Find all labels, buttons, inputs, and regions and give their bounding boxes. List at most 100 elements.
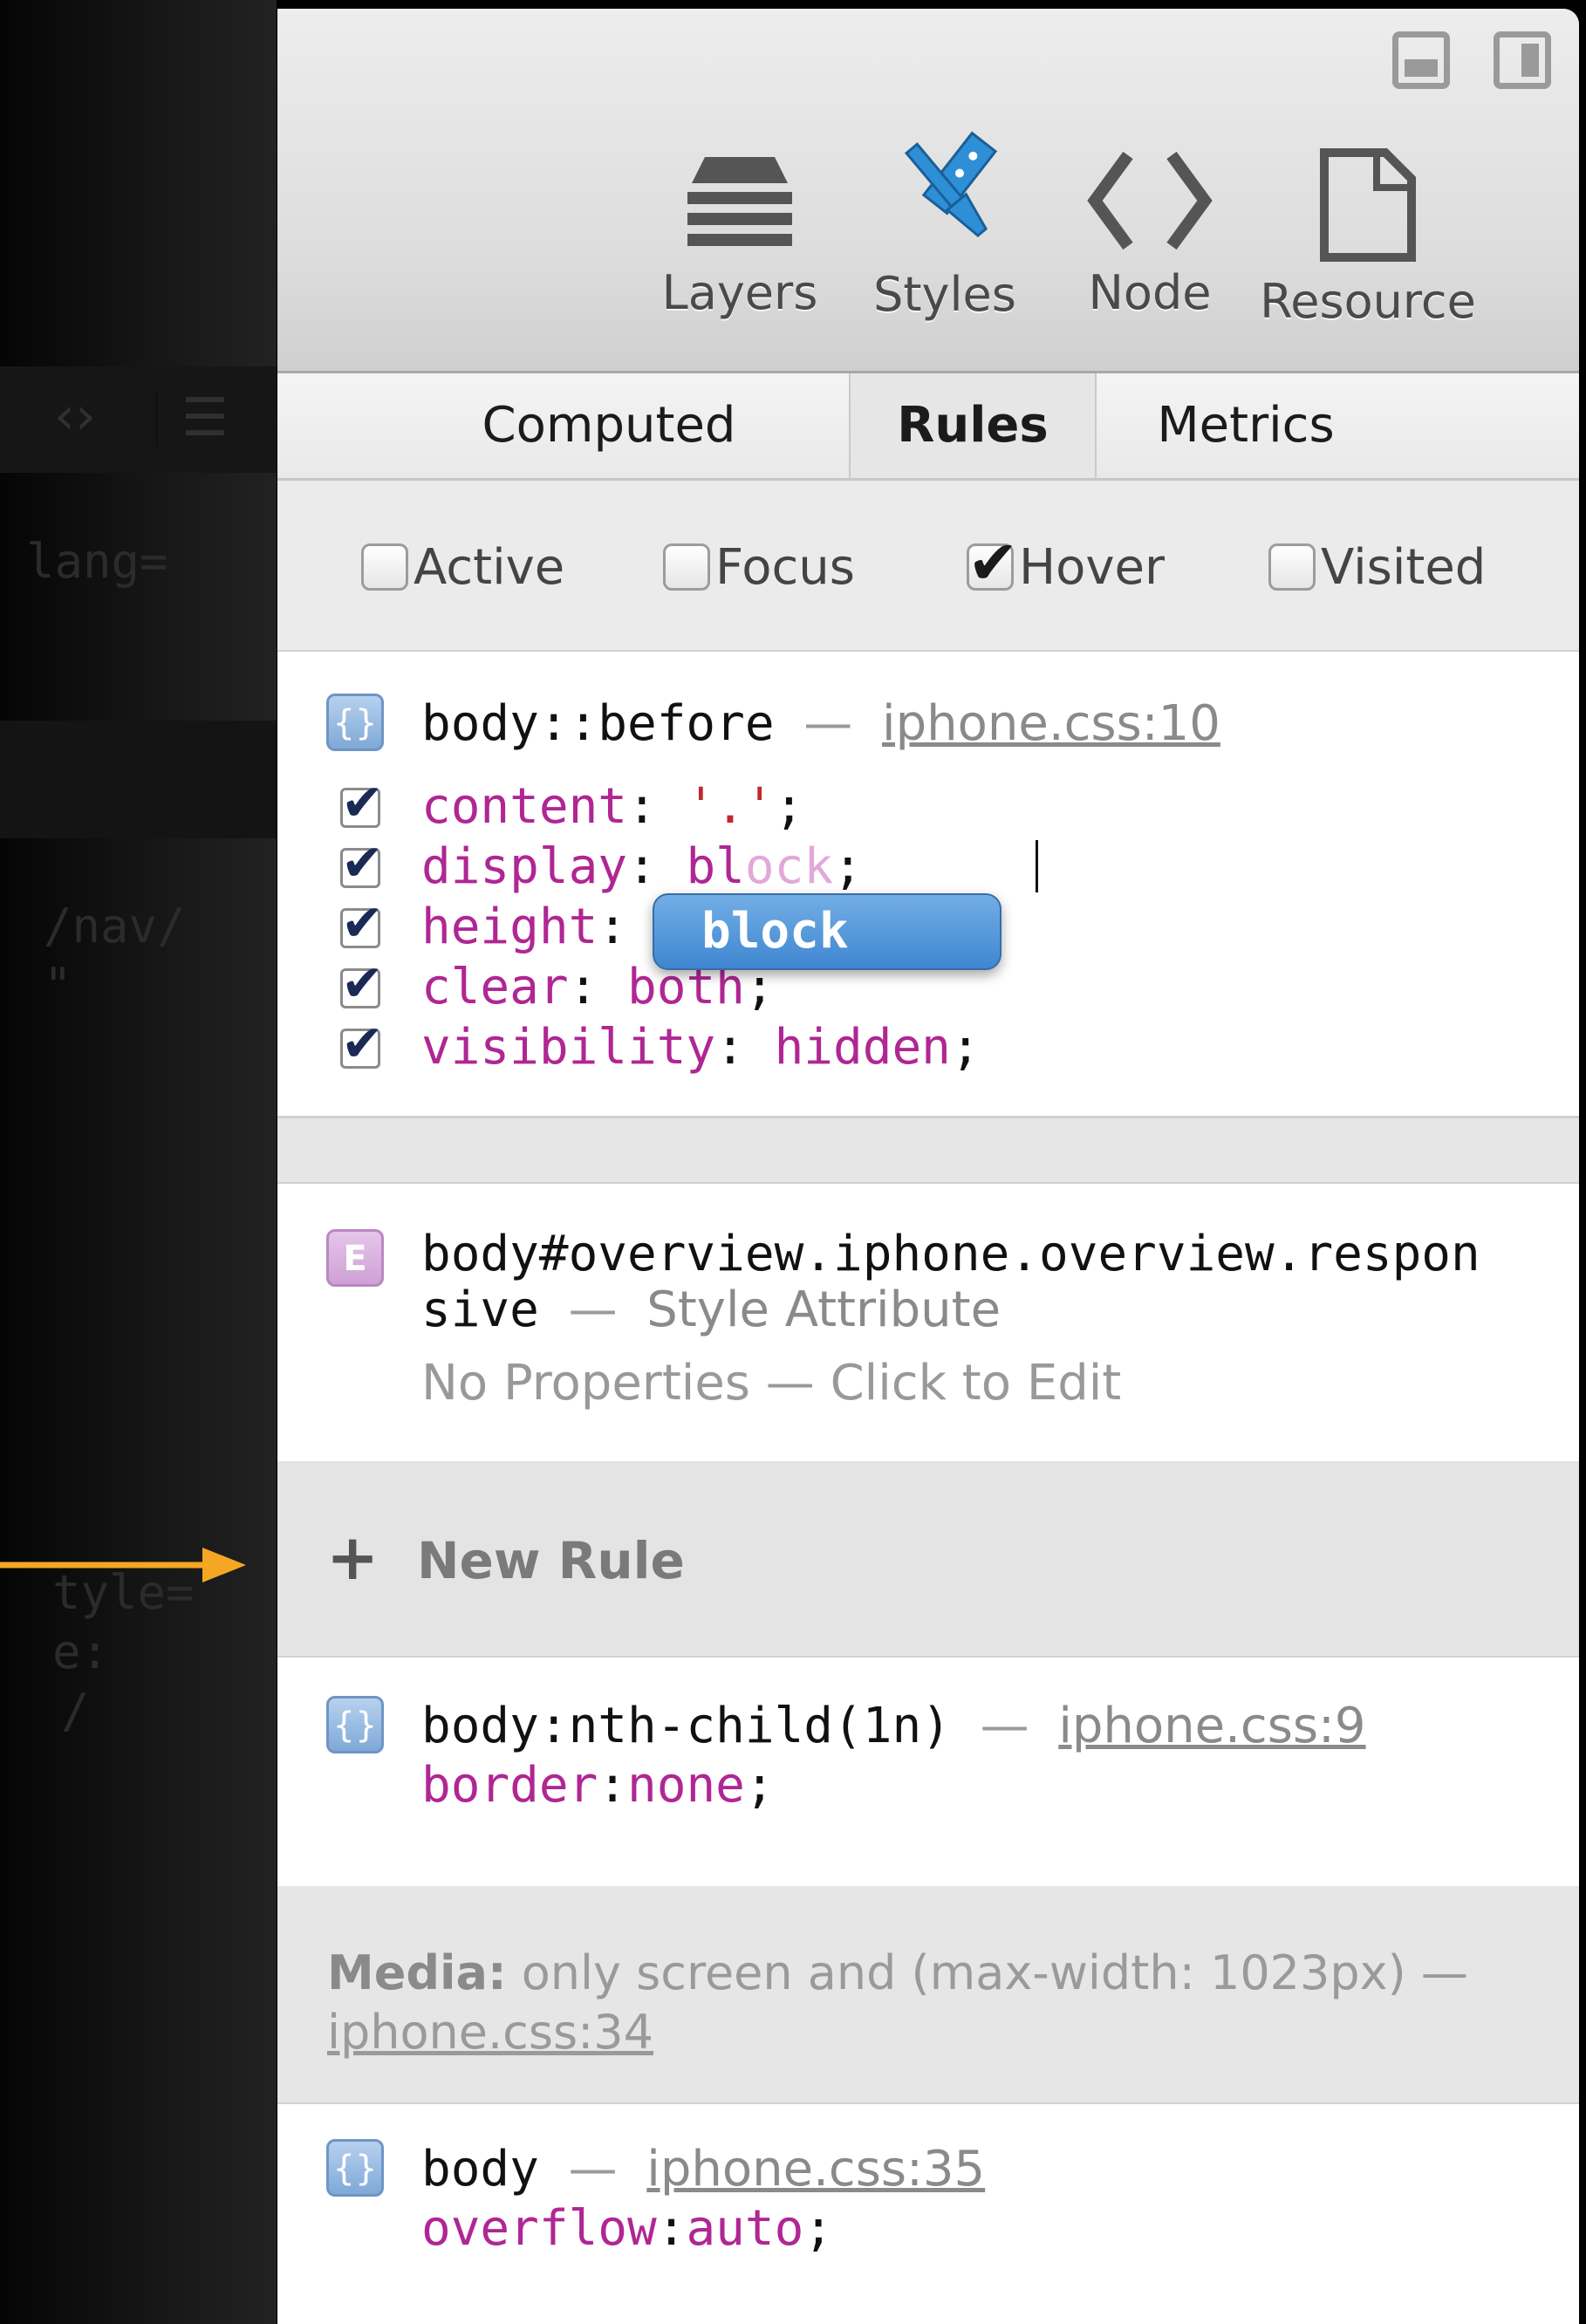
- dock-side-button[interactable]: [1494, 31, 1551, 89]
- rule-selector[interactable]: body: [421, 2141, 539, 2198]
- hover-checkbox[interactable]: [967, 527, 1019, 598]
- rule-source-link[interactable]: iphone.css:10: [882, 695, 1220, 752]
- rule-separator: —: [568, 2141, 618, 2198]
- plus-icon: +: [326, 1521, 379, 1594]
- property-enable-checkbox[interactable]: [340, 1014, 384, 1073]
- pseudo-visited-toggle[interactable]: Visited: [1268, 537, 1486, 598]
- active-checkbox[interactable]: [361, 543, 408, 591]
- rule-separator: —: [803, 695, 853, 752]
- property-name[interactable]: overflow: [421, 2200, 657, 2257]
- resource-document-icon: [1320, 148, 1416, 262]
- pseudo-active-toggle[interactable]: Active: [361, 537, 564, 598]
- pseudo-focus-toggle[interactable]: Focus: [663, 537, 855, 598]
- callout-arrow-icon: [0, 1548, 246, 1582]
- tab-computed[interactable]: Computed: [469, 373, 749, 478]
- code-fragment: lang=: [26, 534, 168, 589]
- minimize-panel-button[interactable]: [1392, 31, 1450, 89]
- property-value[interactable]: none: [627, 1757, 745, 1814]
- layers-icon: [687, 157, 792, 246]
- rule-selector-line: body:nth-child(1n) — iphone.css:9: [421, 1698, 1366, 1754]
- attribute-selector-tail: sive: [421, 1282, 539, 1338]
- source-editor-background: ‹› ☰ lang= /nav/ " tyle= e: /: [0, 0, 277, 2324]
- style-subtabs: Computed Rules Metrics: [277, 373, 1579, 481]
- code-fragment: e:: [52, 1624, 110, 1679]
- focus-checkbox[interactable]: [663, 543, 710, 591]
- selected-code-line: [0, 721, 277, 838]
- media-label: Media:: [327, 1945, 507, 2000]
- property-row[interactable]: border:none;: [421, 1757, 775, 1814]
- property-enable-checkbox[interactable]: [340, 773, 384, 832]
- resource-label: Resource: [1260, 274, 1476, 329]
- styles-brush-icon: [904, 131, 998, 237]
- code-fragment: /: [61, 1684, 90, 1739]
- css-rule-body[interactable]: {} body — iphone.css:35 overflow:auto;: [277, 2102, 1579, 2324]
- property-name[interactable]: border: [421, 1757, 598, 1814]
- code-fragment: /nav/: [44, 899, 186, 954]
- text-caret: [1036, 840, 1038, 892]
- property-value[interactable]: hidden: [775, 1019, 951, 1076]
- layers-label: Layers: [661, 265, 818, 320]
- pseudo-hover-toggle[interactable]: Hover: [967, 527, 1165, 598]
- media-query-header: Media: only screen and (max-width: 1023p…: [277, 1886, 1579, 2101]
- attribute-selector-line1: body#overview.iphone.overview.respon: [421, 1226, 1480, 1282]
- rule-separator: —: [980, 1698, 1029, 1754]
- tab-rules[interactable]: Rules: [849, 373, 1097, 478]
- resource-tab-button[interactable]: Resource: [1246, 148, 1490, 329]
- new-rule-button[interactable]: + New Rule: [277, 1461, 1579, 1655]
- editor-toolbar: ‹› ☰: [0, 366, 277, 473]
- property-name[interactable]: display: [421, 838, 627, 895]
- property-row[interactable]: visibility: hidden;: [421, 1019, 981, 1076]
- code-fragment: ": [44, 958, 72, 1013]
- css-rule-nth-child[interactable]: {} body:nth-child(1n) — iphone.css:9 bor…: [277, 1656, 1579, 1889]
- property-value-typed[interactable]: bl: [686, 838, 744, 895]
- property-name[interactable]: clear: [421, 959, 569, 1015]
- no-properties-placeholder[interactable]: No Properties — Click to Edit: [421, 1355, 1121, 1411]
- node-brackets-icon: [1087, 151, 1213, 250]
- visited-checkbox[interactable]: [1268, 543, 1316, 591]
- property-row[interactable]: content: '.';: [421, 778, 803, 835]
- completion-hint: ock: [744, 838, 834, 895]
- property-enable-checkbox[interactable]: [340, 954, 384, 1013]
- rule-separator: —: [568, 1282, 618, 1338]
- property-enable-checkbox[interactable]: [340, 833, 384, 892]
- media-query: only screen and (max-width: 1023px) —: [521, 1945, 1468, 2000]
- layers-tab-button[interactable]: Layers: [635, 148, 844, 320]
- layers-icon: ☰: [181, 387, 229, 448]
- style-attribute-rule[interactable]: E body#overview.iphone.overview.respon s…: [277, 1182, 1579, 1466]
- css-rule-icon: {}: [326, 694, 384, 751]
- hover-label: Hover: [1019, 538, 1165, 596]
- style-attribute-origin: Style Attribute: [646, 1282, 1002, 1338]
- details-toolbar: Layers Styles Node Resource: [277, 9, 1579, 373]
- property-value[interactable]: '.': [686, 778, 774, 835]
- element-attribute-icon: E: [326, 1229, 384, 1287]
- rule-selector[interactable]: body:nth-child(1n): [421, 1698, 951, 1754]
- rule-source-link[interactable]: iphone.css:35: [646, 2141, 985, 2198]
- styles-tab-button[interactable]: Styles: [844, 131, 1045, 322]
- property-name[interactable]: content: [421, 778, 627, 835]
- pseudo-class-bar: Active Focus Hover Visited: [277, 481, 1579, 650]
- styles-label: Styles: [873, 267, 1016, 322]
- rule-source-link[interactable]: iphone.css:9: [1058, 1698, 1365, 1754]
- styles-sidebar-panel: Layers Styles Node Resource Computed Rul…: [277, 9, 1579, 2324]
- property-name[interactable]: visibility: [421, 1019, 715, 1076]
- rule-selector[interactable]: body::before: [421, 695, 775, 752]
- property-row[interactable]: overflow:auto;: [421, 2200, 833, 2257]
- media-source-link[interactable]: iphone.css:34: [327, 2005, 653, 2060]
- new-rule-label: New Rule: [417, 1531, 685, 1590]
- autocomplete-suggestion[interactable]: block: [653, 893, 1002, 970]
- property-row-editing[interactable]: display: block;: [421, 838, 863, 895]
- media-query-line: Media: only screen and (max-width: 1023p…: [327, 1945, 1468, 2000]
- node-brackets-icon: ‹›: [54, 386, 96, 447]
- css-rule-icon: {}: [326, 1696, 384, 1753]
- tab-metrics[interactable]: Metrics: [1106, 373, 1385, 478]
- property-row[interactable]: height:: [421, 899, 627, 955]
- node-tab-button[interactable]: Node: [1054, 148, 1246, 320]
- attribute-selector-line2: sive — Style Attribute: [421, 1282, 1001, 1338]
- css-rule-body-before[interactable]: {} body::before — iphone.css:10 content:…: [277, 650, 1579, 1118]
- toolbar-divider: [155, 393, 158, 447]
- property-enable-checkbox[interactable]: [340, 893, 384, 953]
- property-name[interactable]: height: [421, 899, 598, 955]
- focus-label: Focus: [715, 538, 855, 596]
- node-label: Node: [1088, 265, 1212, 320]
- property-value[interactable]: auto: [686, 2200, 803, 2257]
